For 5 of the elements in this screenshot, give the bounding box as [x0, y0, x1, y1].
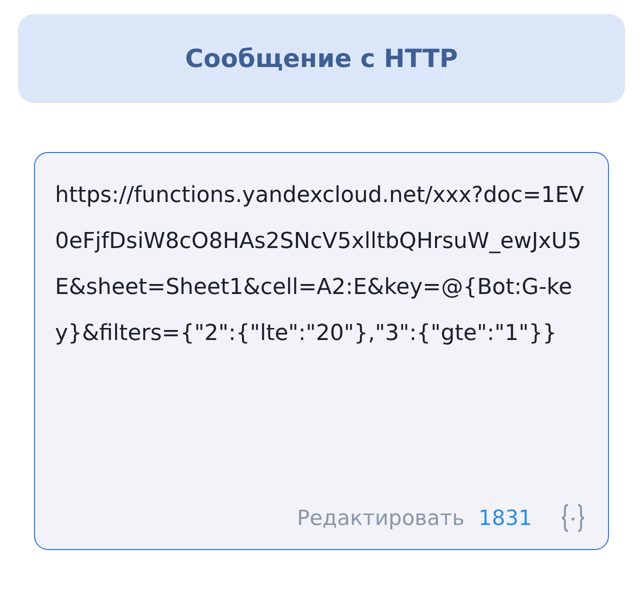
url-field[interactable]: https://functions.yandexcloud.net/xxx?doc=1EV0eFjfDsiW8cO8HAs2SNcV5xlltbQHrsuW_ewJxU5E&sheet=Sheet1&cell=A2:E&key=@{Bot:G-key}&filters={"2":{"lte":"20"},"3":{"gte":"1"}} Редактировать 1831 — [34, 152, 609, 550]
message-http-button[interactable]: Сообщение с HTTP — [18, 14, 625, 103]
braces-icon[interactable] — [560, 503, 586, 533]
edit-link[interactable]: Редактировать — [296, 506, 465, 530]
character-count: 1831 — [478, 506, 532, 530]
